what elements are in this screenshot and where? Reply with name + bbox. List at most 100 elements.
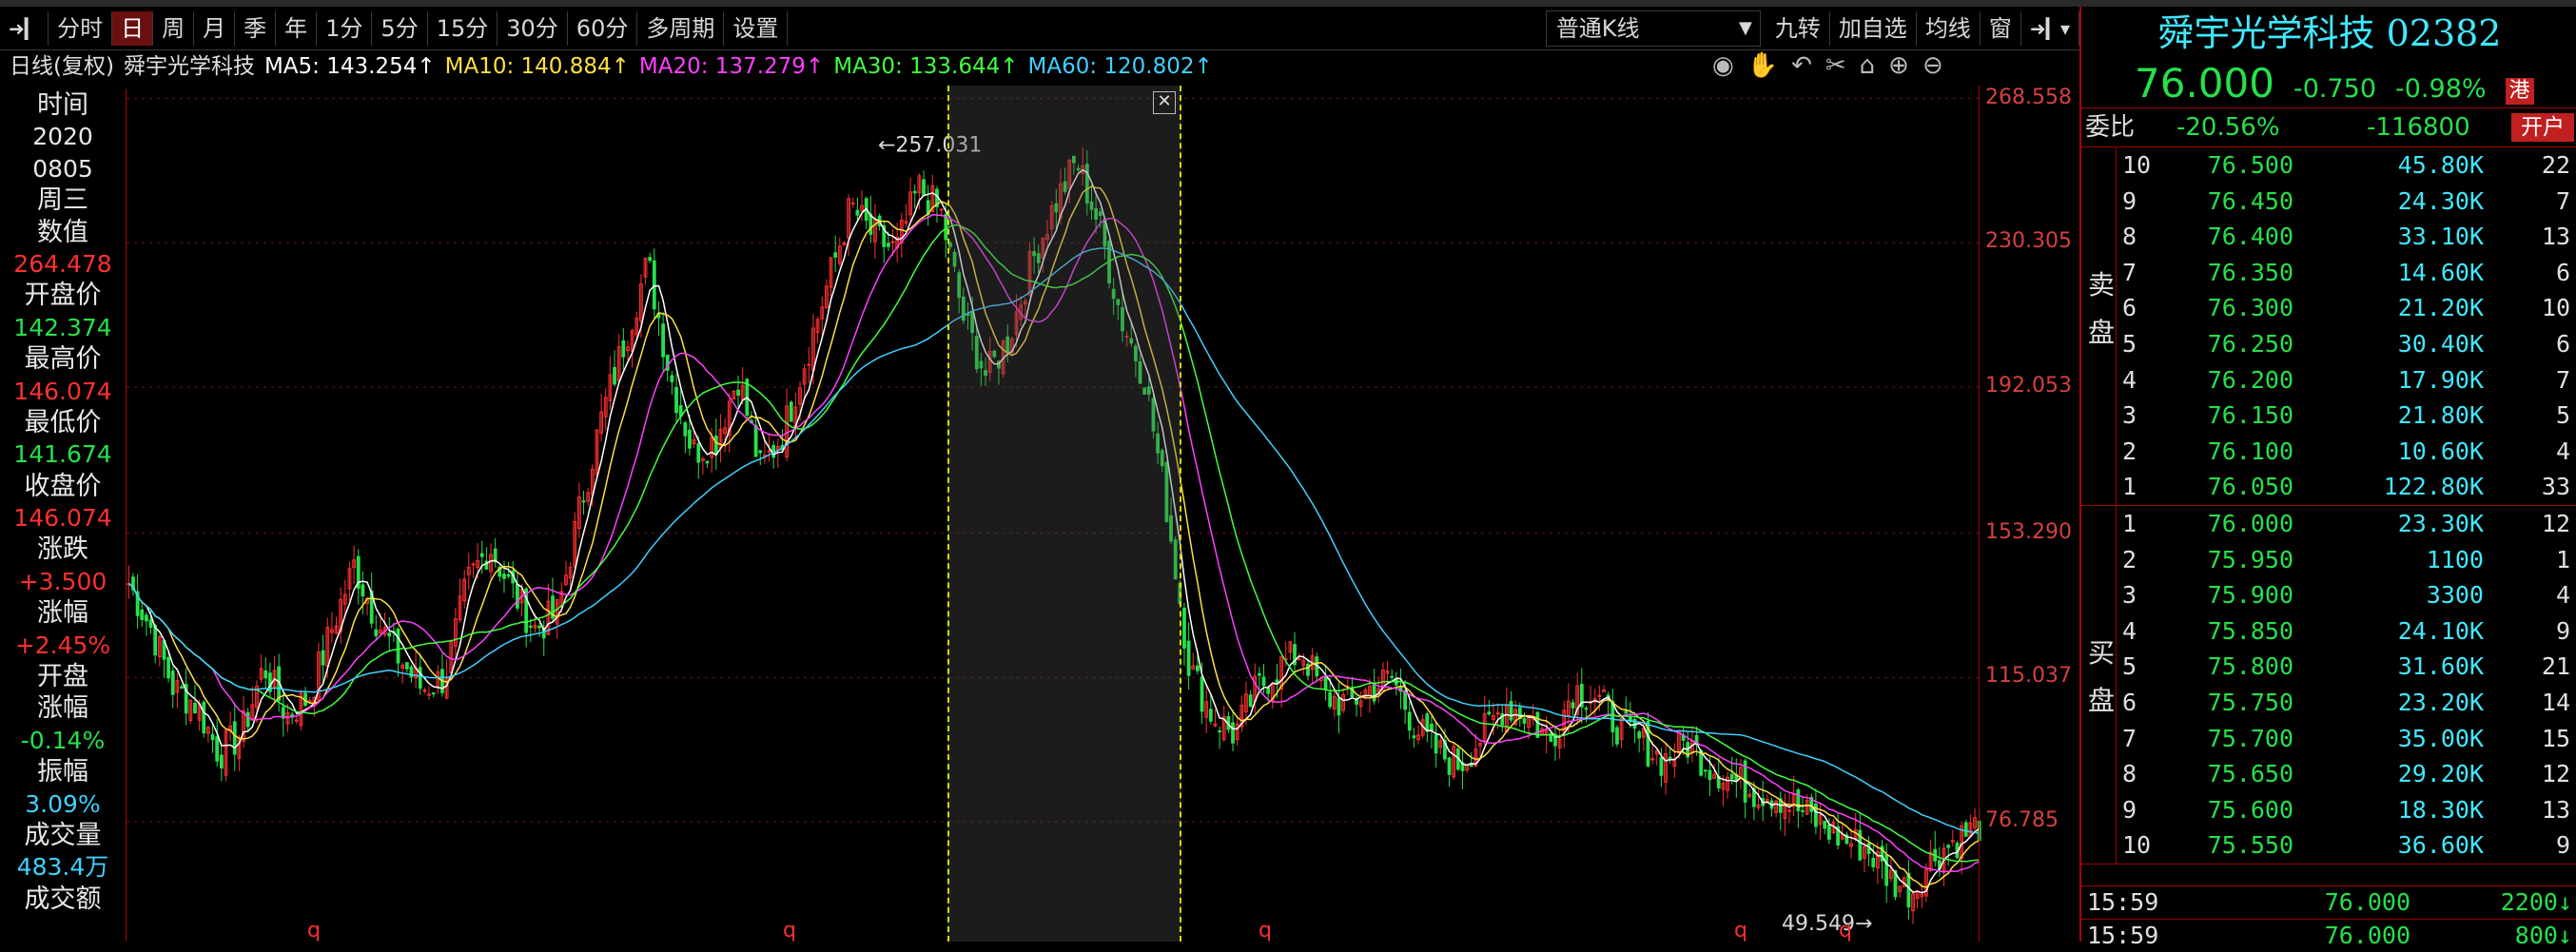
tool-ma[interactable]: 均线 <box>1917 10 1981 46</box>
period-tab-1[interactable]: 日 <box>112 10 154 46</box>
book-row[interactable]: 2 75.950 1100 1 <box>2117 542 2576 578</box>
period-tab-8[interactable]: 15分 <box>428 10 498 46</box>
tick-vol: 2200↓ <box>2500 888 2572 916</box>
book-row[interactable]: 7 75.700 35.00K 15 <box>2117 721 2576 757</box>
expand-left-button[interactable]: ➜▎ <box>0 10 49 46</box>
close-icon[interactable]: ✕ <box>1153 91 1176 114</box>
book-price: 76.100 <box>2207 437 2293 465</box>
tool-add-watch[interactable]: 加自选 <box>1830 10 1917 46</box>
book-row[interactable]: 3 75.900 3300 4 <box>2117 577 2576 613</box>
period-tab-4[interactable]: 季 <box>235 10 277 46</box>
candle-body <box>1434 734 1438 754</box>
candle-body <box>1703 769 1708 772</box>
sell-book: 卖 盘 10 76.500 45.80K 22 9 76.450 24.30K 7 8 76.40… <box>2081 147 2576 506</box>
book-row[interactable]: 8 76.400 33.10K 13 <box>2117 219 2576 255</box>
candle-body <box>404 662 409 670</box>
book-cnt: 9 <box>2555 616 2570 645</box>
period-tab-7[interactable]: 5分 <box>372 10 428 46</box>
bottom-marker: q <box>783 919 796 942</box>
book-row[interactable]: 1 76.050 122.80K 33 <box>2117 469 2576 505</box>
undo-icon[interactable]: ↶ <box>1791 51 1812 80</box>
book-cnt: 6 <box>2555 329 2570 358</box>
book-row[interactable]: 9 76.450 24.30K 7 <box>2117 184 2576 220</box>
candle-body <box>713 436 718 455</box>
candle-body <box>1323 675 1328 690</box>
candle-body <box>396 629 400 664</box>
chart-prefix: 日线(复权) <box>10 54 114 79</box>
book-price: 76.350 <box>2207 258 2293 286</box>
tool-jiuzhuan[interactable]: 九转 <box>1766 10 1830 46</box>
period-tab-6[interactable]: 1分 <box>317 10 373 46</box>
period-tab-2[interactable]: 周 <box>153 10 195 46</box>
info-label: 收盘价 <box>24 471 102 501</box>
book-row[interactable]: 3 76.150 21.80K 5 <box>2117 398 2576 434</box>
kline-type-select[interactable]: 普通K线 ▼ <box>1545 10 1761 47</box>
period-tab-3[interactable]: 月 <box>194 10 236 46</box>
book-cnt: 33 <box>2541 473 2570 501</box>
tool-window[interactable]: 窗 <box>1981 10 2021 46</box>
book-row[interactable]: 5 75.800 31.60K 21 <box>2117 649 2576 685</box>
eye-icon[interactable]: ◉ <box>1712 51 1734 80</box>
book-row[interactable]: 5 76.250 30.40K 6 <box>2117 326 2576 362</box>
book-row[interactable]: 6 75.750 23.20K 14 <box>2117 685 2576 721</box>
collapse-right-icon[interactable]: ➜▎▾ <box>2021 10 2079 46</box>
book-cnt: 14 <box>2541 688 2570 716</box>
candle-body <box>1328 691 1333 708</box>
book-row[interactable]: 9 75.600 18.30K 13 <box>2117 792 2576 828</box>
book-cnt: 9 <box>2555 831 2570 860</box>
book-price: 76.500 <box>2207 151 2293 179</box>
hand-icon[interactable]: ✋ <box>1747 51 1778 80</box>
book-lvl: 6 <box>2122 294 2137 322</box>
candle-body <box>321 650 325 666</box>
book-vol: 21.20K <box>2397 294 2484 322</box>
period-tab-12[interactable]: 设置 <box>724 10 789 46</box>
book-row[interactable]: 4 75.850 24.10K 9 <box>2117 613 2576 650</box>
book-row[interactable]: 1 76.000 23.30K 12 <box>2117 506 2576 542</box>
book-row[interactable]: 6 76.300 21.20K 10 <box>2117 290 2576 326</box>
info-value: 146.074 <box>13 377 112 405</box>
book-lvl: 3 <box>2122 581 2137 610</box>
book-row[interactable]: 4 76.200 17.90K 7 <box>2117 362 2576 398</box>
zoom-in-icon[interactable]: ⊕ <box>1888 51 1909 80</box>
candle-body <box>374 629 379 637</box>
book-lvl: 3 <box>2122 401 2137 430</box>
info-label: 振幅 <box>37 757 88 787</box>
candle-body <box>1266 687 1271 694</box>
info-label: 周三 <box>37 185 88 216</box>
book-cnt: 5 <box>2555 401 2570 430</box>
book-row[interactable]: 2 76.100 10.60K 4 <box>2117 434 2576 470</box>
period-tab-9[interactable]: 30分 <box>498 10 568 46</box>
price-row: 76.000 -0.750 -0.98% 港 <box>2081 60 2576 107</box>
book-lvl: 1 <box>2122 510 2137 537</box>
info-label: 开盘 <box>37 662 88 692</box>
info-label: 最高价 <box>24 344 102 375</box>
ma-legend: 日线(复权) 舜宇光学科技 MA5: 143.254↑ MA10: 140.88… <box>10 49 1213 84</box>
period-toolbar: ➜▎ 分时日周月季年 1分 5分 15分 30分 60分 多周期 设置 普通K线 ▼ 九转 加… <box>0 7 2079 50</box>
period-tab-10[interactable]: 60分 <box>568 10 638 46</box>
info-label: 开盘价 <box>24 281 102 311</box>
info-label: 涨幅 <box>37 693 88 724</box>
zoom-out-icon[interactable]: ⊖ <box>1922 51 1943 80</box>
chevron-down-icon: ▼ <box>1738 17 1752 38</box>
candle-body <box>688 429 692 449</box>
candle-body <box>621 340 626 358</box>
open-account-button[interactable]: 开户 <box>2511 113 2574 142</box>
book-cnt: 4 <box>2555 437 2570 465</box>
candle-body <box>705 460 710 464</box>
lock-icon[interactable]: ⌂ <box>1860 51 1876 80</box>
book-vol: 30.40K <box>2397 329 2484 358</box>
period-tab-5[interactable]: 年 <box>276 10 318 46</box>
period-tab-0[interactable]: 分时 <box>49 10 113 46</box>
bottom-marker: q <box>1259 919 1272 942</box>
period-tab-11[interactable]: 多周期 <box>637 10 725 46</box>
book-row[interactable]: 10 76.500 45.80K 22 <box>2117 147 2576 184</box>
scissors-icon[interactable]: ✂ <box>1825 51 1846 80</box>
book-row[interactable]: 10 75.550 36.60K 9 <box>2117 827 2576 864</box>
candle-body <box>232 721 237 755</box>
range-selection[interactable] <box>947 86 1181 942</box>
book-vol: 24.10K <box>2397 616 2484 645</box>
candle-body <box>1447 757 1452 775</box>
book-row[interactable]: 7 76.350 14.60K 6 <box>2117 255 2576 291</box>
book-row[interactable]: 8 75.650 29.20K 12 <box>2117 756 2576 792</box>
tick-list: 15:59 76.000 2200↓ 15:59 76.000 800↓ <box>2081 885 2576 952</box>
